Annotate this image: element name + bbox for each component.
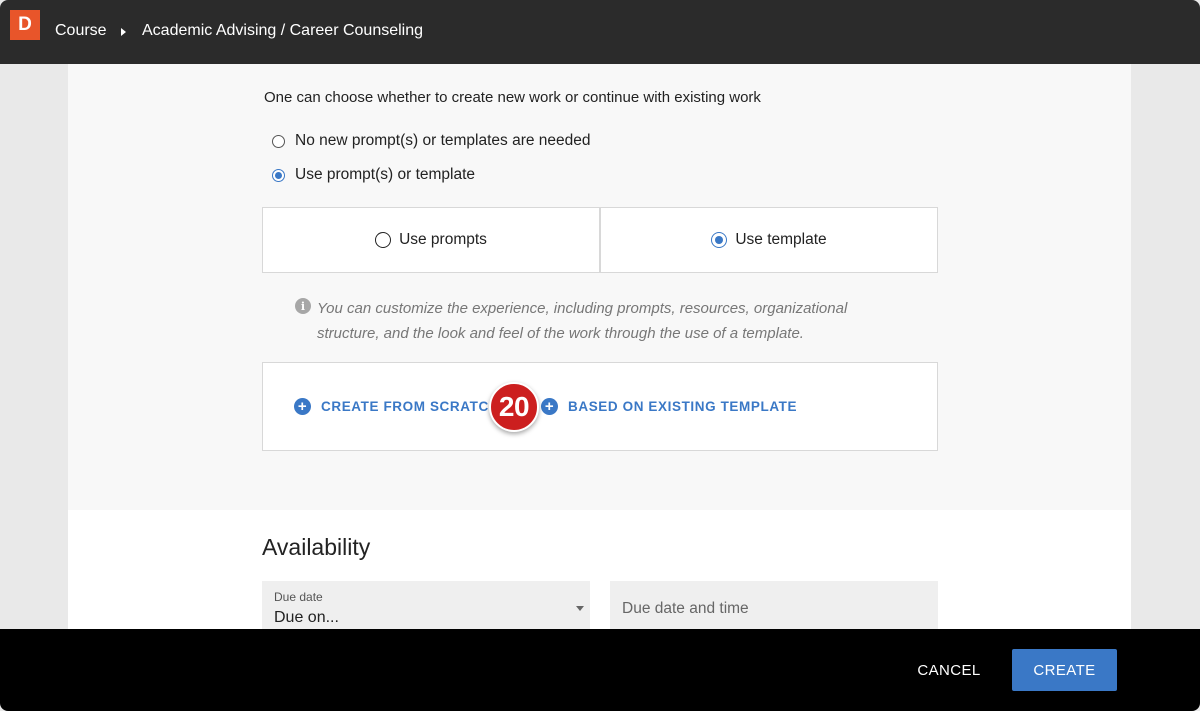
radio-unchecked-icon[interactable] xyxy=(272,134,285,148)
dropdown-caret-icon xyxy=(576,606,584,611)
info-icon: i xyxy=(295,298,311,314)
based-on-existing-template-button[interactable]: + BASED ON EXISTING TEMPLATE xyxy=(541,398,797,415)
option-label: Use prompt(s) or template xyxy=(295,166,476,183)
plus-circle-icon: + xyxy=(294,398,311,415)
due-datetime-placeholder: Due date and time xyxy=(622,600,749,617)
breadcrumb-chevron-icon xyxy=(121,28,126,36)
create-button[interactable]: CREATE xyxy=(1012,649,1117,691)
breadcrumb-course[interactable]: Course xyxy=(55,22,107,40)
radio-checked-icon[interactable] xyxy=(272,168,285,182)
cancel-button[interactable]: CANCEL xyxy=(906,651,992,689)
create-from-scratch-button[interactable]: + CREATE FROM SCRATCH xyxy=(294,398,499,415)
availability-section xyxy=(68,510,1131,629)
based-on-existing-label: BASED ON EXISTING TEMPLATE xyxy=(568,399,798,414)
due-datetime-field[interactable]: Due date and time xyxy=(610,581,938,631)
template-info-text: You can customize the experience, includ… xyxy=(317,300,848,342)
due-date-label: Due date xyxy=(274,590,323,604)
option-no-new-prompts[interactable]: No new prompt(s) or templates are needed xyxy=(272,132,591,150)
use-prompts-label: Use prompts xyxy=(399,231,487,248)
option-label: No new prompt(s) or templates are needed xyxy=(295,132,591,149)
use-template-label: Use template xyxy=(735,231,827,248)
breadcrumb-current: Academic Advising / Career Counseling xyxy=(142,22,424,39)
availability-title: Availability xyxy=(262,534,371,560)
use-template-card[interactable]: Use template xyxy=(600,207,938,273)
plus-circle-icon: + xyxy=(541,398,558,415)
work-intro-text: One can choose whether to create new wor… xyxy=(264,89,761,106)
due-date-select[interactable]: Due date Due on... xyxy=(262,581,590,631)
due-date-value: Due on... xyxy=(274,609,339,626)
use-prompts-card[interactable]: Use prompts xyxy=(262,207,600,273)
step-number-badge: 20 xyxy=(489,382,539,432)
create-from-scratch-label: CREATE FROM SCRATCH xyxy=(321,399,500,414)
radio-checked-icon[interactable] xyxy=(711,232,728,248)
radio-unchecked-icon[interactable] xyxy=(375,232,392,248)
app-logo[interactable]: D xyxy=(10,10,40,40)
option-use-prompts-or-template[interactable]: Use prompt(s) or template xyxy=(272,166,475,184)
top-bar: D Course Academic Advising / Career Coun… xyxy=(0,0,1200,64)
